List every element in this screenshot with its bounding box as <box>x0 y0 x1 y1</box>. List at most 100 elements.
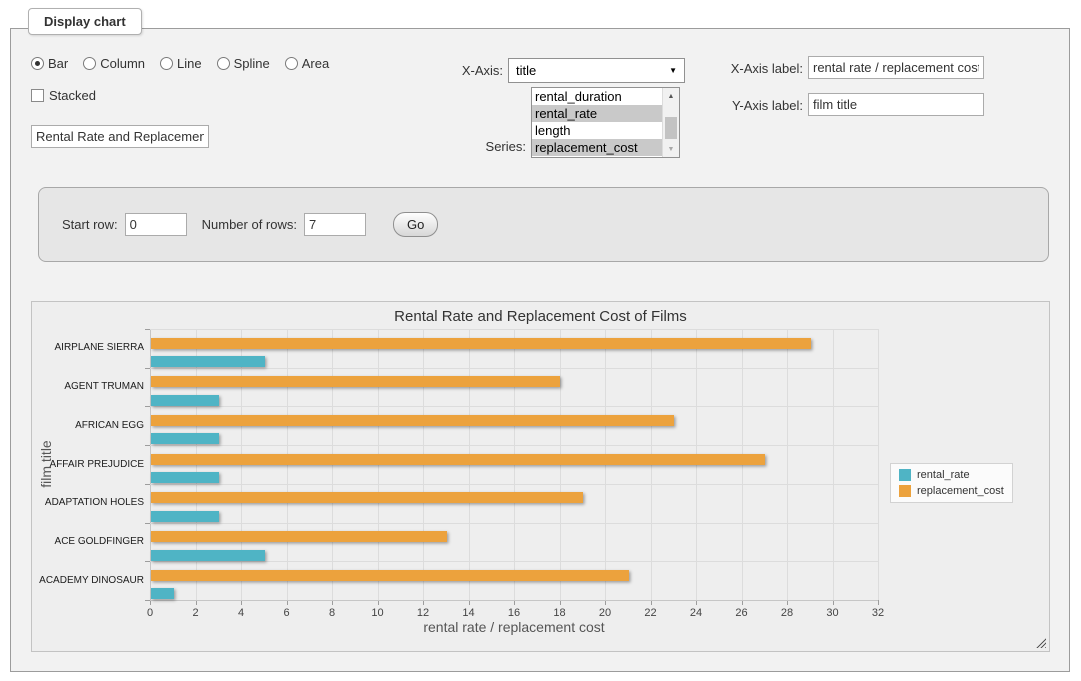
x-tick-label: 30 <box>818 607 848 619</box>
x-tick-label: 8 <box>317 607 347 619</box>
radio-icon <box>285 57 298 70</box>
chart: Rental Rate and Replacement Cost of Film… <box>31 301 1050 652</box>
stacked-checkbox-icon[interactable] <box>31 89 44 102</box>
bar-rental_rate[interactable] <box>151 433 219 444</box>
bar-rental_rate[interactable] <box>151 550 265 561</box>
y-axis-tick <box>145 561 150 562</box>
chart-title-input[interactable] <box>31 125 209 148</box>
chart-type-radio-group: Bar Column Line Spline Area <box>31 56 329 71</box>
series-listbox[interactable]: rental_durationrental_ratelengthreplacem… <box>531 87 680 158</box>
stacked-label: Stacked <box>49 88 96 103</box>
category-label: AIRPLANE SIERRA <box>32 342 144 354</box>
radio-option-line[interactable]: Line <box>160 56 202 71</box>
x-tick-label: 20 <box>590 607 620 619</box>
number-of-rows-label: Number of rows: <box>202 217 297 232</box>
x-tick-label: 22 <box>636 607 666 619</box>
scroll-down-icon[interactable]: ▼ <box>663 142 679 156</box>
radio-selected-dot <box>35 61 40 66</box>
category-label: ACE GOLDFINGER <box>32 536 144 548</box>
stacked-checkbox-row[interactable]: Stacked <box>31 88 96 103</box>
chart-title: Rental Rate and Replacement Cost of Film… <box>32 308 1049 325</box>
x-tick-label: 12 <box>408 607 438 619</box>
x-tick-label: 28 <box>772 607 802 619</box>
category-label: ACADEMY DINOSAUR <box>32 575 144 587</box>
number-of-rows-input[interactable] <box>304 213 366 236</box>
radio-icon <box>31 57 44 70</box>
gridline <box>150 445 878 446</box>
x-axis-select-label: X-Axis: <box>391 63 503 78</box>
gridline <box>150 561 878 562</box>
bar-replacement_cost[interactable] <box>151 492 583 503</box>
radio-icon <box>160 57 173 70</box>
gridline <box>150 523 878 524</box>
x-tick-label: 6 <box>272 607 302 619</box>
x-tick-label: 32 <box>863 607 893 619</box>
category-label: AFRICAN EGG <box>32 420 144 432</box>
y-axis-label-field-label: Y-Axis label: <box>667 98 803 113</box>
radio-icon <box>83 57 96 70</box>
series-option-rental_rate[interactable]: rental_rate <box>532 105 662 122</box>
x-tick-label: 10 <box>363 607 393 619</box>
start-row-label: Start row: <box>62 217 118 232</box>
legend-symbol <box>899 485 911 497</box>
bar-replacement_cost[interactable] <box>151 570 629 581</box>
category-label: AFFAIR PREJUDICE <box>32 459 144 471</box>
gridline <box>150 368 878 369</box>
x-axis-select[interactable]: title ▼ <box>508 58 685 83</box>
legend-item-label: rental_rate <box>917 469 970 481</box>
bar-replacement_cost[interactable] <box>151 531 447 542</box>
gridline <box>150 329 878 330</box>
bar-replacement_cost[interactable] <box>151 454 765 465</box>
legend-item-label: replacement_cost <box>917 485 1004 497</box>
bar-replacement_cost[interactable] <box>151 338 811 349</box>
series-option-length[interactable]: length <box>532 122 662 139</box>
radio-option-label: Column <box>100 56 145 71</box>
y-axis-tick <box>145 406 150 407</box>
start-row-input[interactable] <box>125 213 187 236</box>
x-tick-label: 16 <box>499 607 529 619</box>
x-axis-tick <box>878 600 879 605</box>
y-axis-label-input[interactable] <box>808 93 984 116</box>
y-axis-tick <box>145 329 150 330</box>
resize-grip-icon[interactable] <box>1035 637 1046 648</box>
chart-legend: rental_rate replacement_cost <box>890 463 1013 503</box>
legend-item-replacement_cost[interactable]: replacement_cost <box>899 485 1004 497</box>
gridline <box>150 406 878 407</box>
category-label: AGENT TRUMAN <box>32 381 144 393</box>
radio-option-label: Area <box>302 56 329 71</box>
radio-option-spline[interactable]: Spline <box>217 56 270 71</box>
go-button[interactable]: Go <box>393 212 438 237</box>
series-option-rental_duration[interactable]: rental_duration <box>532 88 662 105</box>
gridline <box>878 329 879 600</box>
gridline <box>787 329 788 600</box>
radio-option-area[interactable]: Area <box>285 56 329 71</box>
scrollbar-thumb[interactable] <box>665 117 677 139</box>
bar-replacement_cost[interactable] <box>151 376 560 387</box>
x-axis-label-input[interactable] <box>808 56 984 79</box>
radio-icon <box>217 57 230 70</box>
radio-option-label: Spline <box>234 56 270 71</box>
bar-rental_rate[interactable] <box>151 588 174 599</box>
legend-item-rental_rate[interactable]: rental_rate <box>899 469 1004 481</box>
bar-rental_rate[interactable] <box>151 472 219 483</box>
bar-rental_rate[interactable] <box>151 511 219 522</box>
y-axis-tick <box>145 523 150 524</box>
fieldset-legend: Display chart <box>28 8 142 35</box>
bar-replacement_cost[interactable] <box>151 415 674 426</box>
category-label: ADAPTATION HOLES <box>32 497 144 509</box>
radio-option-label: Line <box>177 56 202 71</box>
series-listbox-label: Series: <box>431 139 526 154</box>
x-axis-label-field-label: X-Axis label: <box>667 61 803 76</box>
y-axis-tick <box>145 445 150 446</box>
row-controls-panel: Start row: Number of rows: Go <box>38 187 1049 262</box>
series-option-replacement_cost[interactable]: replacement_cost <box>532 139 662 156</box>
bar-rental_rate[interactable] <box>151 356 265 367</box>
radio-option-bar[interactable]: Bar <box>31 56 68 71</box>
gridline <box>150 484 878 485</box>
series-listbox-options: rental_durationrental_ratelengthreplacem… <box>532 88 662 157</box>
radio-option-column[interactable]: Column <box>83 56 145 71</box>
x-tick-label: 26 <box>727 607 757 619</box>
x-tick-label: 24 <box>681 607 711 619</box>
gridline <box>833 329 834 600</box>
bar-rental_rate[interactable] <box>151 395 219 406</box>
